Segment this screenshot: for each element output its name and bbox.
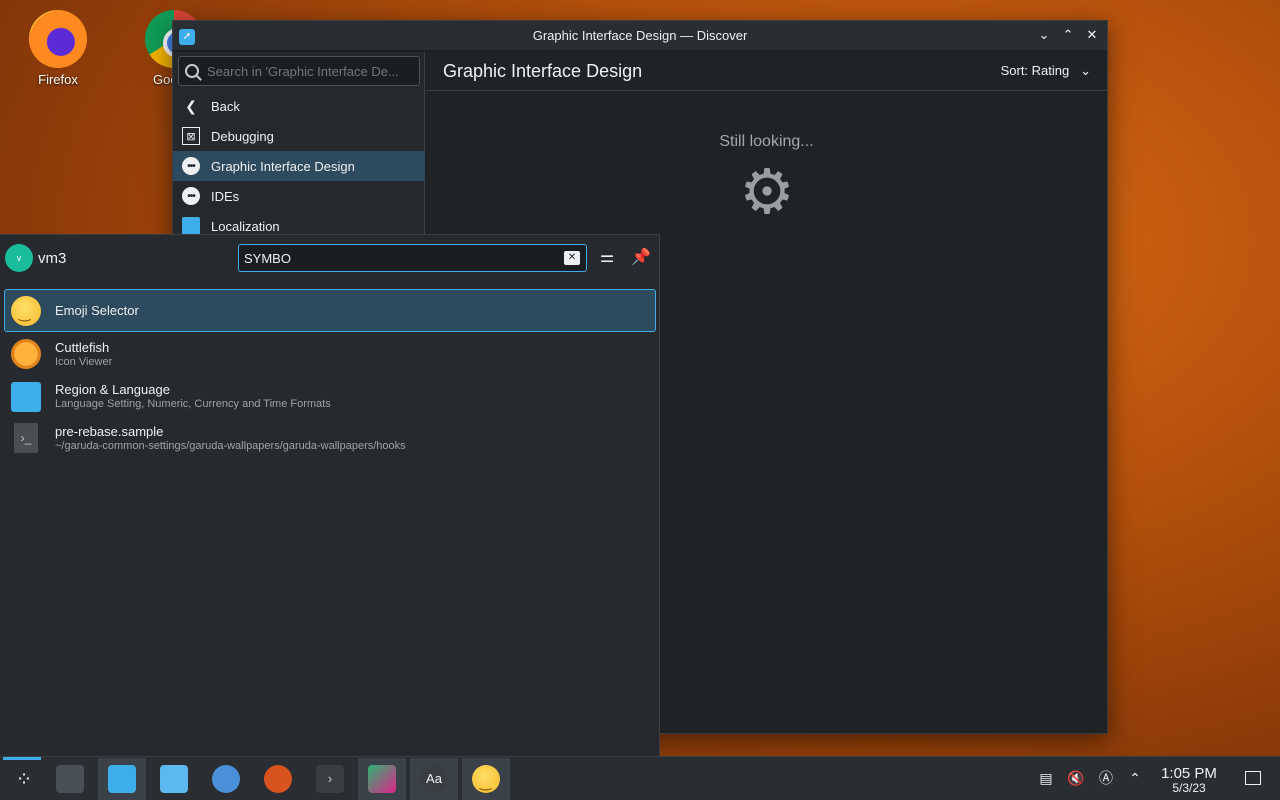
discover-app-icon: ➚ bbox=[179, 29, 195, 45]
result-item[interactable]: Region & Language Language Setting, Nume… bbox=[4, 375, 656, 417]
category-search-input[interactable] bbox=[207, 63, 417, 79]
settings-sliders-icon bbox=[56, 765, 84, 793]
result-subtitle: Language Setting, Numeric, Currency and … bbox=[55, 398, 331, 410]
taskbar-item-file-manager[interactable] bbox=[150, 758, 198, 800]
result-name: Cuttlefish bbox=[55, 340, 110, 355]
sidebar-item-label: Localization bbox=[211, 218, 280, 234]
category-list: ❮ Back ⊠ Debugging ••• Graphic Interface… bbox=[173, 91, 425, 241]
input-method-icon[interactable]: Ⓐ bbox=[1097, 769, 1115, 787]
taskbar-item-font-viewer[interactable]: Aa bbox=[410, 758, 458, 800]
desktop-icon-firefox[interactable]: Firefox bbox=[18, 10, 98, 87]
taskbar-item-garuda[interactable] bbox=[254, 758, 302, 800]
script-icon: ›_ bbox=[14, 423, 38, 453]
pin-icon[interactable]: 📌 bbox=[630, 247, 652, 269]
result-item[interactable]: Cuttlefish Icon Viewer bbox=[4, 333, 656, 375]
terminal-icon: › bbox=[316, 765, 344, 793]
clipboard-icon[interactable]: ▤ bbox=[1037, 769, 1055, 787]
region-icon bbox=[11, 382, 41, 412]
file-manager-icon bbox=[160, 765, 188, 793]
configure-sliders-icon[interactable]: ⚌ bbox=[596, 247, 618, 269]
digital-clock[interactable]: 1:05 PM 5/3/23 bbox=[1156, 765, 1222, 795]
result-name: pre-rebase.sample bbox=[55, 424, 164, 439]
loading-status: Still looking... bbox=[719, 133, 814, 150]
close-button[interactable]: ✕ bbox=[1083, 26, 1101, 44]
sidebar-item-label: Debugging bbox=[211, 128, 274, 144]
gear-icon: ⚙ bbox=[739, 158, 795, 227]
page-title: Graphic Interface Design bbox=[443, 60, 643, 81]
result-name: Region & Language bbox=[55, 382, 170, 397]
avatar: v bbox=[5, 244, 33, 272]
result-item[interactable]: Emoji Selector bbox=[4, 289, 656, 332]
cuttlefish-icon bbox=[11, 339, 41, 369]
emoji-icon bbox=[472, 765, 500, 793]
username: vm3 bbox=[38, 249, 67, 267]
emoji-icon bbox=[11, 295, 41, 326]
sidebar-item-back[interactable]: ❮ Back bbox=[173, 91, 425, 121]
taskbar-item-terminal[interactable]: › bbox=[306, 758, 354, 800]
clock-time: 1:05 PM bbox=[1161, 765, 1217, 782]
launcher-search-input[interactable] bbox=[244, 249, 554, 267]
volume-muted-icon[interactable]: 🔇 bbox=[1067, 769, 1085, 787]
window-titlebar[interactable]: ➚ Graphic Interface Design — Discover ⌄ … bbox=[173, 21, 1107, 51]
window-title: Graphic Interface Design — Discover bbox=[532, 28, 748, 43]
result-subtitle: ~/garuda-common-settings/garuda-wallpape… bbox=[55, 440, 406, 452]
sort-label: Sort: Rating bbox=[1000, 63, 1070, 78]
minimize-button[interactable]: ⌄ bbox=[1035, 26, 1053, 44]
search-icon bbox=[185, 64, 199, 78]
firefox-icon bbox=[29, 10, 87, 68]
clear-text-icon[interactable]: ✕ bbox=[564, 251, 580, 265]
font-viewer-icon: Aa bbox=[420, 765, 448, 793]
garuda-icon bbox=[264, 765, 292, 793]
more-dots-icon: ••• bbox=[182, 187, 200, 205]
taskbar-item-emoji-selector[interactable] bbox=[462, 758, 510, 800]
sidebar-item-label: Back bbox=[211, 98, 240, 114]
chevron-down-icon: ⌄ bbox=[1072, 63, 1091, 78]
result-name: Emoji Selector bbox=[55, 303, 139, 318]
sort-dropdown[interactable]: Sort: Rating ⌄ bbox=[1001, 63, 1107, 79]
result-subtitle: Icon Viewer bbox=[55, 356, 113, 368]
taskbar-item-discover[interactable] bbox=[98, 758, 146, 800]
taskbar: ⁘ › Aa ▤ 🔇 Ⓐ ⌃ 1:05 PM 5/3/23 bbox=[0, 756, 1280, 800]
sidebar-item-graphic-interface-design[interactable]: ••• Graphic Interface Design bbox=[173, 151, 425, 181]
sidebar-item-label: IDEs bbox=[211, 188, 240, 204]
application-launcher-icon: ⁘ bbox=[15, 768, 33, 791]
result-item[interactable]: ›_ pre-rebase.sample ~/garuda-common-set… bbox=[4, 417, 656, 459]
sidebar-item-ides[interactable]: ••• IDEs bbox=[173, 181, 425, 211]
ide-icon bbox=[368, 765, 396, 793]
desktop-icon-label: Firefox bbox=[38, 72, 78, 87]
launcher-search-field[interactable]: ✕ bbox=[238, 244, 587, 272]
maximize-button[interactable]: ⌃ bbox=[1059, 26, 1077, 44]
taskbar-item-system-settings[interactable] bbox=[202, 758, 250, 800]
discover-icon bbox=[108, 765, 136, 793]
chevron-up-icon[interactable]: ⌃ bbox=[1126, 769, 1144, 787]
page-header: Graphic Interface Design Sort: Rating ⌄ bbox=[426, 52, 1107, 91]
taskbar-item-ide[interactable] bbox=[358, 758, 406, 800]
user-info[interactable]: v vm3 bbox=[5, 244, 66, 272]
debug-icon: ⊠ bbox=[182, 127, 200, 145]
application-launcher-button[interactable]: ⁘ bbox=[0, 758, 48, 800]
category-search-field[interactable] bbox=[178, 56, 420, 86]
application-launcher: v vm3 ✕ ⚌ 📌 Emoji Selector Cuttlefish Ic… bbox=[0, 234, 660, 756]
search-results: Emoji Selector Cuttlefish Icon Viewer Re… bbox=[4, 289, 656, 459]
localization-icon bbox=[182, 217, 200, 235]
show-desktop-icon[interactable] bbox=[1245, 771, 1261, 785]
more-dots-icon: ••• bbox=[182, 157, 200, 175]
sidebar-item-label: Graphic Interface Design bbox=[211, 158, 355, 174]
system-settings-icon bbox=[212, 765, 240, 793]
clock-date: 5/3/23 bbox=[1172, 781, 1206, 795]
sidebar-item-debugging[interactable]: ⊠ Debugging bbox=[173, 121, 425, 151]
back-arrow-icon: ❮ bbox=[185, 97, 197, 114]
taskbar-item-settings-sliders[interactable] bbox=[46, 758, 94, 800]
